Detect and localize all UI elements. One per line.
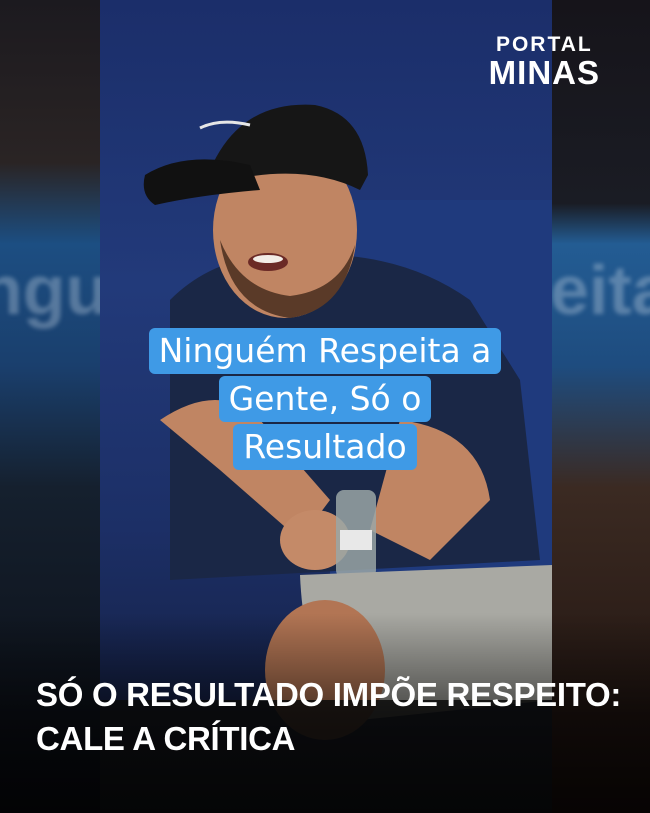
headline-line-2: CALE A CRÍTICA [36,720,296,757]
blurred-banner-text-right: eita [550,251,650,329]
caption-line-2: Gente, Só o [218,376,432,422]
headline: SÓ O RESULTADO IMPÕE RESPEITO: CALE A CR… [36,673,622,761]
portal-minas-logo: PORTAL MINAS [489,34,600,89]
logo-line-portal: PORTAL [495,33,593,56]
video-frame: ngu eita [0,0,650,813]
caption-line-3: Resultado [233,424,417,470]
logo-line-minas: MINAS [488,54,600,91]
video-caption: Ninguém Respeita a Gente, Só o Resultado [0,328,650,472]
blurred-banner-text-left: ngu [0,251,100,329]
headline-line-1: SÓ O RESULTADO IMPÕE RESPEITO: [36,676,622,713]
caption-line-1: Ninguém Respeita a [148,328,502,374]
